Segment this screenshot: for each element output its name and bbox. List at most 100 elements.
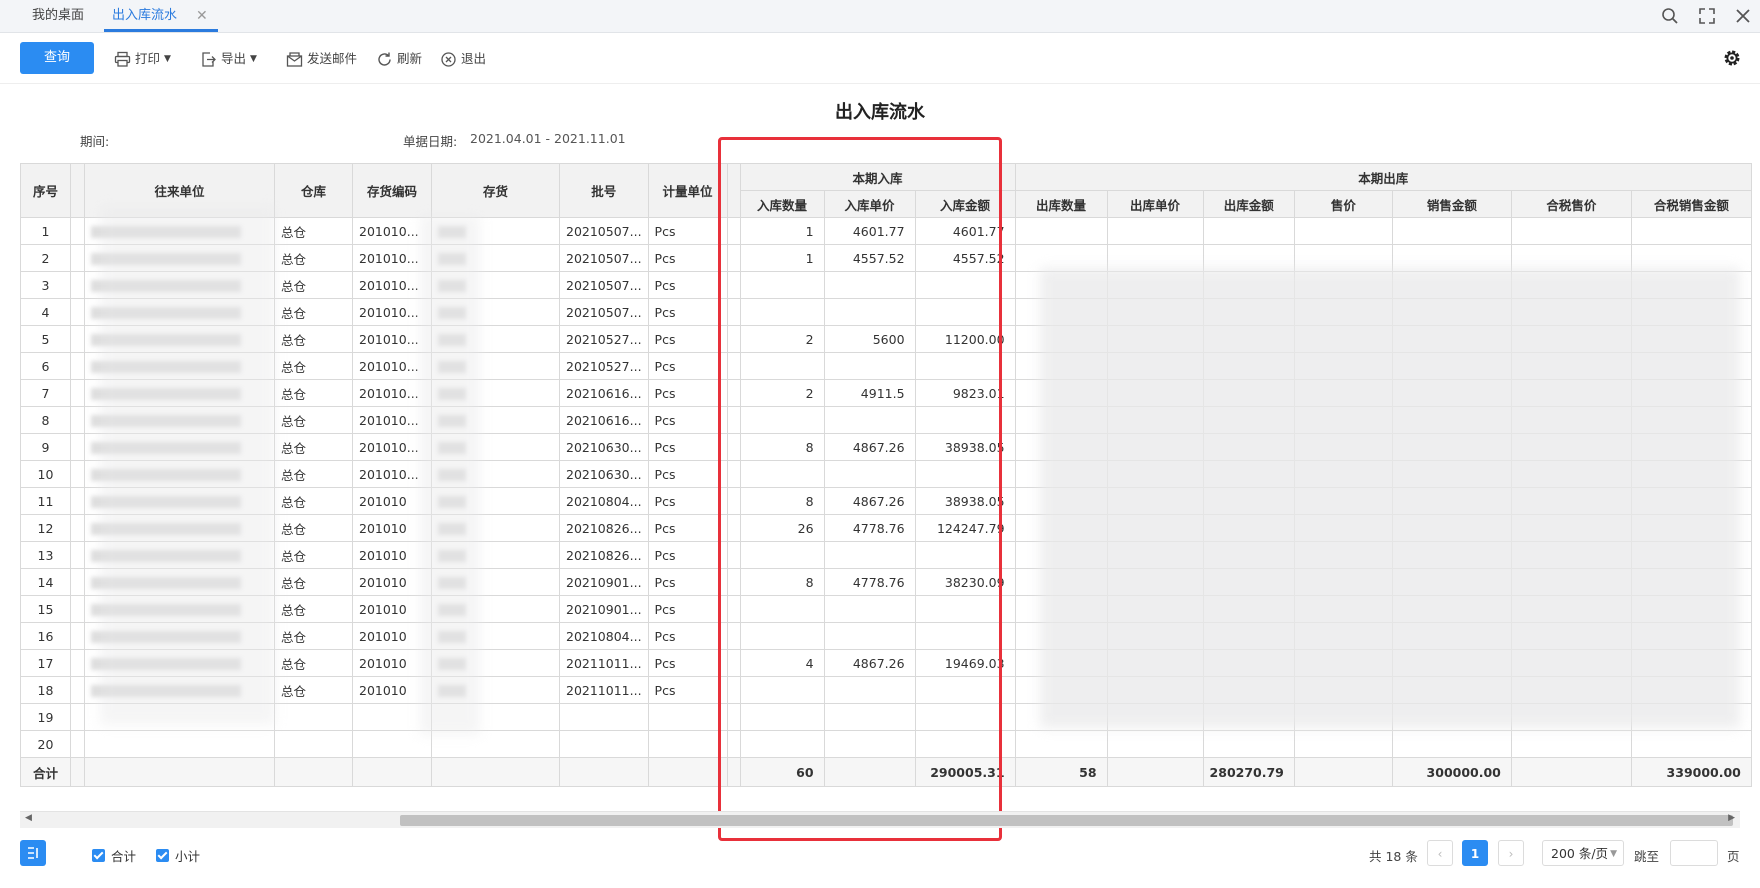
refresh-button[interactable]: 刷新 — [376, 49, 422, 69]
report-title: 出入库流水 — [835, 102, 925, 123]
page-suffix: 页 — [1727, 849, 1740, 864]
cell-spacer — [70, 541, 85, 569]
cell-outbound — [1391, 730, 1512, 758]
cell-unit — [647, 703, 728, 731]
printer-icon — [114, 51, 131, 67]
col-unit[interactable]: 计量单位 — [647, 163, 728, 218]
total-checkbox[interactable]: 合计 — [92, 846, 136, 865]
cell-unit: Pcs — [647, 433, 728, 461]
cell-batch: 20210507... — [559, 217, 649, 245]
redacted-item-area — [420, 215, 480, 735]
cell-seq: 19 — [20, 703, 71, 731]
cell-seq: 6 — [20, 352, 71, 380]
cell-outbound — [1202, 730, 1295, 758]
cell-unit: Pcs — [647, 649, 728, 677]
col-seq[interactable]: 序号 — [20, 163, 71, 218]
cell-unit: Pcs — [647, 217, 728, 245]
cell-outbound — [1106, 217, 1204, 245]
cell-unit: Pcs — [647, 271, 728, 299]
cell-batch: 20210616... — [559, 406, 649, 434]
tab-stock-flow[interactable]: 出入库流水 — [112, 0, 177, 32]
doc-date-label: 单据日期: — [403, 134, 458, 149]
cell-seq: 16 — [20, 622, 71, 650]
cell-outbound — [1293, 730, 1393, 758]
cell-warehouse: 总仓 — [274, 514, 353, 542]
col-warehouse[interactable]: 仓库 — [274, 163, 353, 218]
next-page-button[interactable]: › — [1498, 840, 1524, 866]
scroll-left-icon[interactable]: ◀ — [25, 813, 32, 823]
cell-outbound — [1293, 217, 1393, 245]
cell-spacer — [70, 406, 85, 434]
cell-warehouse: 总仓 — [274, 433, 353, 461]
close-window-icon[interactable] — [1733, 6, 1753, 26]
horizontal-scrollbar[interactable]: ◀ ▶ — [20, 811, 1740, 828]
cell-seq: 9 — [20, 433, 71, 461]
cell-spacer — [70, 217, 85, 245]
cell-batch: 20210826... — [559, 514, 649, 542]
subtotal-checkbox[interactable]: 小计 — [156, 846, 200, 865]
col-batch[interactable]: 批号 — [559, 163, 649, 218]
export-button[interactable]: 导出 ▼ — [200, 49, 257, 69]
cell-warehouse: 总仓 — [274, 271, 353, 299]
exit-label: 退出 — [461, 51, 487, 66]
cell-batch: 20210630... — [559, 460, 649, 488]
cell-unit: Pcs — [647, 406, 728, 434]
checkbox-checked-icon — [156, 849, 169, 862]
cell-batch: 20210507... — [559, 271, 649, 299]
gear-icon[interactable] — [1722, 48, 1742, 68]
cell-outbound — [1106, 730, 1204, 758]
fullscreen-icon[interactable] — [1697, 6, 1717, 26]
cell-outbound — [1202, 217, 1295, 245]
col-out-qty[interactable]: 出库数量 — [1014, 190, 1108, 218]
group-out: 本期出库 — [1014, 163, 1752, 191]
cell-seq: 18 — [20, 676, 71, 704]
cell-batch: 20210527... — [559, 352, 649, 380]
cell-batch: 20210507... — [559, 298, 649, 326]
tab-my-desktop[interactable]: 我的桌面 — [32, 0, 84, 32]
cell-warehouse: 总仓 — [274, 298, 353, 326]
cell-spacer — [70, 568, 85, 596]
cell-unit: Pcs — [647, 244, 728, 272]
chevron-down-icon: ▼ — [250, 54, 257, 64]
cell-seq: 1 — [20, 217, 71, 245]
cell-seq: 7 — [20, 379, 71, 407]
inbound-highlight-box — [718, 137, 1002, 841]
cell-spacer — [70, 622, 85, 650]
cell-unit: Pcs — [647, 325, 728, 353]
jump-page-input[interactable] — [1670, 840, 1718, 866]
col-item[interactable]: 存货 — [431, 163, 560, 218]
print-label: 打印 — [135, 51, 161, 66]
cell-seq: 10 — [20, 460, 71, 488]
checkbox-checked-icon — [92, 849, 105, 862]
page-size-select[interactable]: 200 条/页 ▼ — [1542, 840, 1624, 866]
col-tax-price[interactable]: 合税售价 — [1510, 190, 1632, 218]
send-email-button[interactable]: 发送邮件 — [286, 49, 357, 69]
search-icon[interactable] — [1660, 6, 1680, 26]
exit-button[interactable]: 退出 — [440, 49, 486, 69]
cell-outbound — [1510, 217, 1632, 245]
cell-seq: 8 — [20, 406, 71, 434]
page-1-button[interactable]: 1 — [1462, 840, 1488, 866]
cell-spacer — [70, 487, 85, 515]
prev-page-button[interactable]: ‹ — [1427, 840, 1453, 866]
cell-spacer — [70, 352, 85, 380]
print-button[interactable]: 打印 ▼ — [114, 49, 171, 69]
col-tax-sales-amount[interactable]: 合税销售金额 — [1630, 190, 1752, 218]
col-code[interactable]: 存货编码 — [352, 163, 432, 218]
refresh-icon — [378, 52, 391, 66]
column-settings-button[interactable] — [20, 840, 46, 866]
col-price[interactable]: 售价 — [1293, 190, 1393, 218]
cell-spacer — [70, 460, 85, 488]
close-tab-icon[interactable]: ✕ — [196, 0, 208, 32]
scrollbar-thumb[interactable] — [400, 815, 1733, 826]
col-sales-amount[interactable]: 销售金额 — [1391, 190, 1512, 218]
export-label: 导出 — [221, 51, 247, 66]
cell-unit: Pcs — [647, 487, 728, 515]
cell-spacer — [70, 244, 85, 272]
col-out-amount[interactable]: 出库金额 — [1202, 190, 1295, 218]
cell-unit: Pcs — [647, 460, 728, 488]
col-out-price[interactable]: 出库单价 — [1106, 190, 1204, 218]
query-button[interactable]: 查询 — [20, 42, 94, 74]
scroll-right-icon[interactable]: ▶ — [1728, 813, 1735, 823]
cell-spacer — [70, 298, 85, 326]
